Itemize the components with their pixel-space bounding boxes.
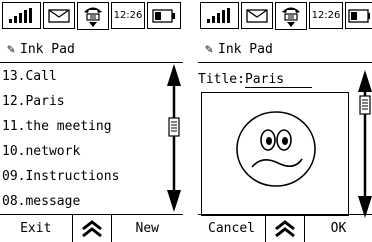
ink-pad-list-screen: 12:26 ✎ Ink Pad 13.Call 12.Paris 11.the …: [0, 0, 183, 242]
signal-strength-icon: [200, 2, 239, 29]
message-envelope-icon[interactable]: [241, 2, 273, 29]
list-item[interactable]: 08.message: [0, 189, 160, 214]
list-item[interactable]: 11.the meeting: [0, 114, 160, 139]
softkey-bar: Exit New: [0, 214, 183, 242]
scroll-up-arrow-icon[interactable]: [167, 64, 181, 86]
scroll-thumb[interactable]: [168, 117, 180, 137]
signal-strength-icon: [2, 2, 41, 29]
ink-drawing-canvas[interactable]: [201, 92, 349, 216]
title-value[interactable]: Paris: [244, 72, 313, 88]
vertical-scrollbar[interactable]: [358, 70, 372, 218]
double-chevron-up-icon: [81, 219, 102, 237]
menu-up-button[interactable]: [265, 215, 305, 242]
scroll-thumb[interactable]: [359, 95, 371, 115]
list-item[interactable]: 09.Instructions: [0, 164, 160, 189]
clock: 12:26: [309, 2, 343, 29]
battery-icon: [147, 2, 181, 29]
list-item[interactable]: 10.network: [0, 139, 160, 164]
time-text: 12:26: [113, 10, 143, 21]
cancel-button[interactable]: Cancel: [198, 215, 265, 242]
app-title-bar: ✎ Ink Pad: [0, 36, 183, 63]
softkey-bar: Cancel OK: [198, 214, 372, 242]
list-item[interactable]: 12.Paris: [0, 89, 160, 114]
title-label: Title:: [198, 72, 245, 87]
exit-button[interactable]: Exit: [0, 215, 72, 242]
status-bar: 12:26: [0, 0, 183, 30]
smiley-face-sketch: [236, 111, 316, 187]
ok-button[interactable]: OK: [305, 215, 372, 242]
app-title-bar: ✎ Ink Pad: [198, 36, 372, 63]
message-envelope-icon[interactable]: [43, 2, 75, 29]
clock: 12:26: [111, 2, 145, 29]
double-chevron-up-icon: [275, 219, 295, 237]
ink-pad-app-icon: ✎: [205, 41, 213, 57]
ink-pad-edit-screen: 12:26 ✎ Ink Pad Title:Paris Cancel OK: [198, 0, 372, 242]
time-text: 12:26: [311, 10, 341, 21]
ink-pad-app-icon: ✎: [7, 41, 15, 57]
notes-list: 13.Call 12.Paris 11.the meeting 10.netwo…: [0, 64, 160, 214]
battery-icon: [345, 2, 372, 29]
app-title: Ink Pad: [20, 41, 75, 57]
menu-up-button[interactable]: [71, 215, 112, 242]
new-button[interactable]: New: [112, 215, 184, 242]
status-bar: 12:26: [198, 0, 372, 30]
app-title: Ink Pad: [218, 41, 273, 57]
scroll-down-arrow-icon[interactable]: [167, 190, 181, 212]
phone-dropdown-icon[interactable]: [275, 2, 307, 30]
vertical-scrollbar[interactable]: [166, 64, 182, 212]
phone-dropdown-icon[interactable]: [77, 2, 109, 30]
note-title-field[interactable]: Title:Paris: [198, 72, 313, 88]
scroll-up-arrow-icon[interactable]: [358, 70, 372, 92]
list-item[interactable]: 13.Call: [0, 64, 160, 89]
